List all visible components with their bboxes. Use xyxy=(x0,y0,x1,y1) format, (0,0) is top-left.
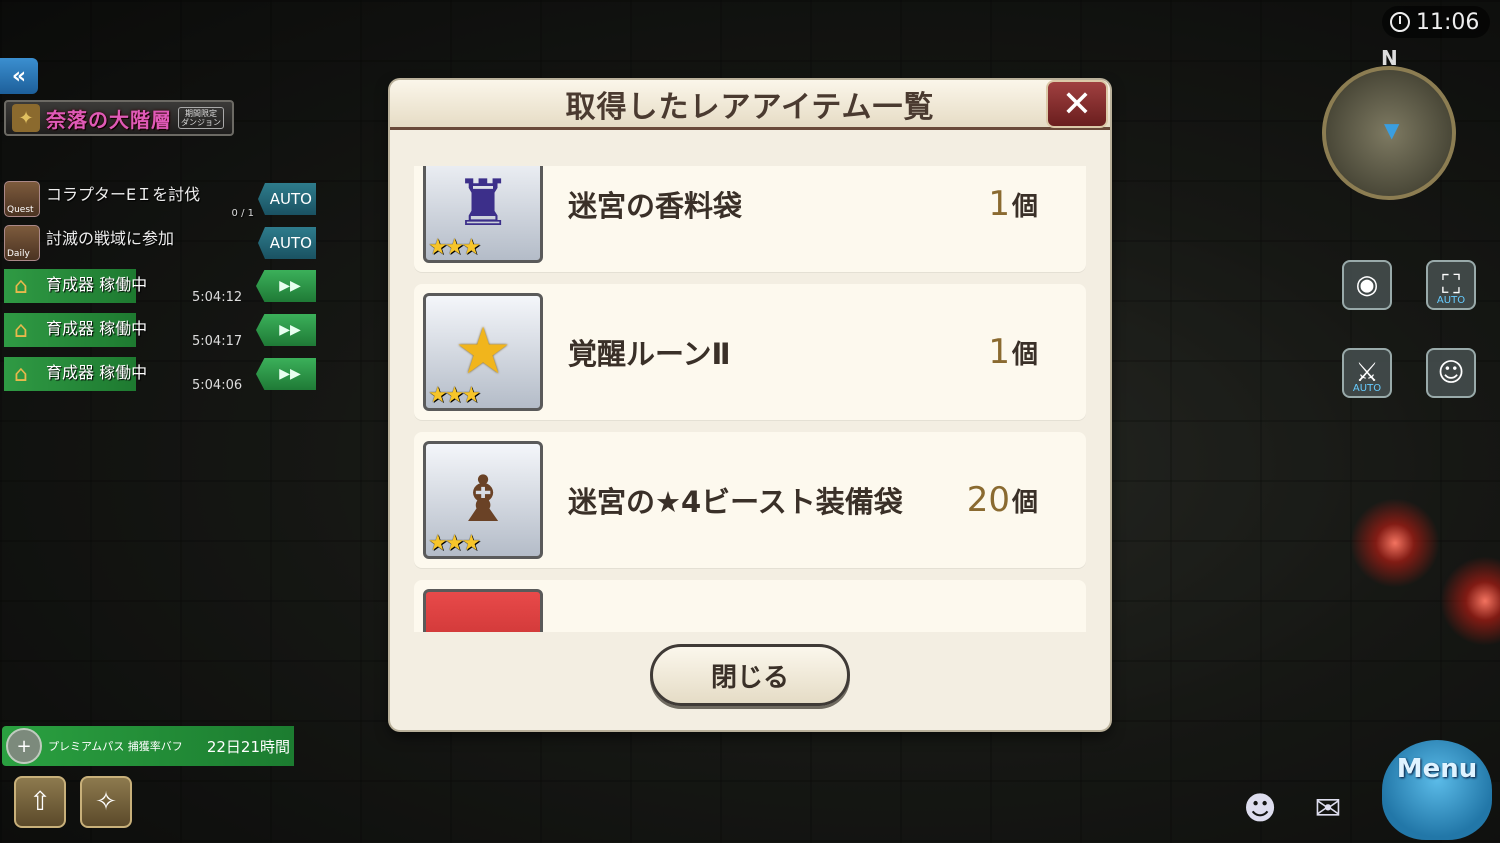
incubator-time: 5:04:12 xyxy=(192,290,243,305)
equipment-bag-icon: ♝ ★★★ xyxy=(423,441,543,559)
chat-bubble-icon: ✉ xyxy=(1314,789,1342,827)
item-name: 覚醒ルーンⅡ xyxy=(568,337,731,371)
item-count: 20 個 xyxy=(967,432,1038,568)
party-icon: ☺ xyxy=(1437,358,1465,388)
camera-button[interactable]: ◉ xyxy=(1342,260,1392,310)
quest-label: 討滅の戦域に参加 xyxy=(46,229,175,248)
auto-label: AUTO xyxy=(1436,295,1466,306)
auto-battle-button[interactable]: ⚔ AUTO xyxy=(1342,348,1392,398)
fast-forward-button[interactable]: ▶▶ xyxy=(256,314,316,346)
incubator-label: 育成器 稼働中 xyxy=(46,275,148,294)
emote-button[interactable]: ☻ xyxy=(1236,788,1284,828)
dialog-title: 取得したレアアイテム一覧 xyxy=(565,89,935,125)
incubator-icon: ⌂ xyxy=(14,273,28,299)
menu-button[interactable]: Menu xyxy=(1382,740,1492,840)
list-item: ♜ ★★★ 迷宮の香料袋 1 個 xyxy=(414,166,1086,272)
item-count: 1 個 xyxy=(988,166,1038,272)
quest-tag: Quest xyxy=(7,205,34,215)
rarity-stars: ★★★ xyxy=(428,383,481,408)
limited-dungeon-badge: 期間限定 ダンジョン xyxy=(178,107,224,129)
badge-line: ダンジョン xyxy=(181,118,221,127)
shop-upgrade-icon[interactable]: ⇧ xyxy=(14,776,66,828)
fast-forward-button[interactable]: ▶▶ xyxy=(256,270,316,302)
dungeon-emblem-icon: ✦ xyxy=(12,104,40,132)
player-location-icon: ▼ xyxy=(1384,118,1400,142)
red-light-effect xyxy=(1350,498,1440,588)
quest-row[interactable]: Quest コラプターEＩを討伐 0 / 1 AUTO xyxy=(4,180,316,219)
incubator-icon: ⌂ xyxy=(14,317,28,343)
fast-forward-icon: ▶▶ xyxy=(279,366,301,382)
camera-icon: ◉ xyxy=(1355,270,1379,300)
incubator-row[interactable]: ⌂ 育成器 稼働中 5:04:12 ▶▶ xyxy=(4,269,316,305)
quest-progress: 0 / 1 xyxy=(231,208,254,219)
clock-time: 11:06 xyxy=(1416,9,1480,35)
emote-face-icon: ☻ xyxy=(1243,789,1277,827)
item-art: ♜ xyxy=(454,167,512,241)
incubator-label: 育成器 稼働中 xyxy=(46,363,148,382)
quest-tag: Daily xyxy=(7,249,30,259)
incubator-row[interactable]: ⌂ 育成器 稼働中 5:04:17 ▶▶ xyxy=(4,313,316,349)
premium-pass-bar[interactable]: + プレミアムパス 捕獲率バフ 22日21時間 xyxy=(2,726,294,766)
star-rune-icon: ★ ★★★ xyxy=(423,293,543,411)
incubator-label: 育成器 稼働中 xyxy=(46,319,148,338)
item-count-unit: 個 xyxy=(1011,487,1038,518)
quest-text: コラプターEＩを討伐 0 / 1 xyxy=(46,180,258,219)
pouch-icon: ♜ ★★★ xyxy=(423,166,543,263)
quest-text: 討滅の戦域に参加 xyxy=(46,224,258,262)
rarity-stars: ★★★ xyxy=(428,531,481,556)
dialog-header: 取得したレアアイテム一覧 xyxy=(390,80,1110,130)
daily-auto-button[interactable]: AUTO xyxy=(258,227,316,259)
party-button[interactable]: ☺ xyxy=(1426,348,1476,398)
auto-label: AUTO xyxy=(1352,383,1382,394)
auto-mode-button[interactable]: ⛶ AUTO xyxy=(1426,260,1476,310)
back-button[interactable]: « xyxy=(0,58,38,94)
item-name: 迷宮の★4ビースト装備袋 xyxy=(568,485,903,519)
double-chevron-left-icon: « xyxy=(11,63,27,89)
list-item: ★ xyxy=(414,580,1086,632)
item-name: 迷宮の香料袋 xyxy=(568,189,743,223)
item-count-unit: 個 xyxy=(1011,339,1038,370)
fast-forward-icon: ▶▶ xyxy=(279,322,301,338)
incubator-time: 5:04:17 xyxy=(192,334,243,349)
list-item: ♝ ★★★ 迷宮の★4ビースト装備袋 20 個 xyxy=(414,432,1086,568)
minimap[interactable]: ▼ xyxy=(1322,66,1456,200)
item-count-number: 1 xyxy=(988,184,1010,224)
item-count-unit: 個 xyxy=(1011,191,1038,222)
premium-plus-icon: + xyxy=(6,728,42,764)
gift-basket-icon[interactable]: ✧ xyxy=(80,776,132,828)
quest-auto-button[interactable]: AUTO xyxy=(258,183,316,215)
quest-chest-icon: Quest xyxy=(4,181,40,217)
clock: 11:06 xyxy=(1382,6,1490,38)
badge-line: 期間限定 xyxy=(185,109,217,118)
rarity-stars: ★★★ xyxy=(428,235,481,260)
dungeon-banner[interactable]: ✦ 奈落の大階層 期間限定 ダンジョン xyxy=(4,100,234,136)
dungeon-name: 奈落の大階層 xyxy=(46,107,172,132)
rare-items-dialog: 取得したレアアイテム一覧 ✕ ♜ ★★★ 迷宮の香料袋 1 個 ★ ★★★ 覚醒… xyxy=(390,80,1110,730)
fast-forward-button[interactable]: ▶▶ xyxy=(256,358,316,390)
daily-book-icon: Daily xyxy=(4,225,40,261)
item-art: ★ xyxy=(454,315,512,389)
item-list[interactable]: ♜ ★★★ 迷宮の香料袋 1 個 ★ ★★★ 覚醒ルーンⅡ 1 個 ♝ ★★★ xyxy=(414,166,1086,632)
fast-forward-icon: ▶▶ xyxy=(279,278,301,294)
quest-label: コラプターEＩを討伐 xyxy=(46,185,201,204)
item-count: 1 個 xyxy=(988,284,1038,420)
close-button[interactable]: 閉じる xyxy=(650,644,850,706)
close-icon: ✕ xyxy=(1061,83,1093,125)
premium-label: プレミアムパス 捕獲率バフ xyxy=(48,740,183,753)
menu-label: Menu xyxy=(1396,754,1478,784)
item-count-number: 20 xyxy=(966,480,1010,520)
item-count-number: 1 xyxy=(988,332,1010,372)
incubator-row[interactable]: ⌂ 育成器 稼働中 5:04:06 ▶▶ xyxy=(4,357,316,393)
premium-time: 22日21時間 xyxy=(206,737,290,756)
incubator-time: 5:04:06 xyxy=(192,378,243,393)
red-star-icon: ★ xyxy=(423,589,543,632)
daily-row[interactable]: Daily 討滅の戦域に参加 AUTO xyxy=(4,224,316,262)
clock-icon xyxy=(1390,12,1410,32)
list-item: ★ ★★★ 覚醒ルーンⅡ 1 個 xyxy=(414,284,1086,420)
incubator-icon: ⌂ xyxy=(14,361,28,387)
close-x-button[interactable]: ✕ xyxy=(1046,80,1108,128)
chat-button[interactable]: ✉ xyxy=(1304,788,1352,828)
item-art: ♝ xyxy=(454,463,512,537)
